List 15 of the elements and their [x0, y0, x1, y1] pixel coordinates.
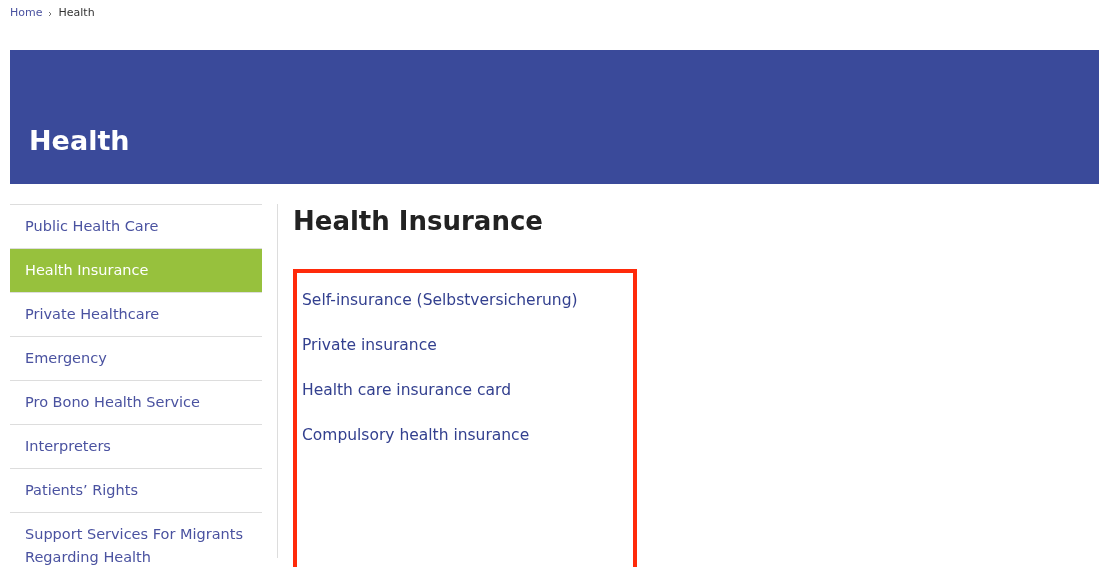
chevron-icon	[48, 11, 53, 17]
insurance-link[interactable]: Private insurance	[302, 334, 633, 356]
sidebar-item[interactable]: Support Services For Migrants Regarding Health	[10, 513, 262, 567]
insurance-link[interactable]: Health care insurance card	[302, 379, 633, 401]
sidebar-item[interactable]: Private Healthcare	[10, 293, 262, 337]
breadcrumb-link[interactable]: Home	[10, 6, 43, 19]
breadcrumb-link[interactable]: Health	[58, 6, 95, 19]
sidebar-item[interactable]: Pro Bono Health Service	[10, 381, 262, 425]
page-title: Health	[29, 125, 130, 156]
sidebar-item[interactable]: Emergency	[10, 337, 262, 381]
insurance-link[interactable]: Compulsory health insurance	[302, 424, 633, 446]
sidebar-item[interactable]: Interpreters	[10, 425, 262, 469]
sidebar-item[interactable]: Patients’ Rights	[10, 469, 262, 513]
section-heading: Health Insurance	[293, 205, 544, 238]
insurance-link[interactable]: Self-insurance (Selbstversicherung)	[302, 289, 633, 311]
